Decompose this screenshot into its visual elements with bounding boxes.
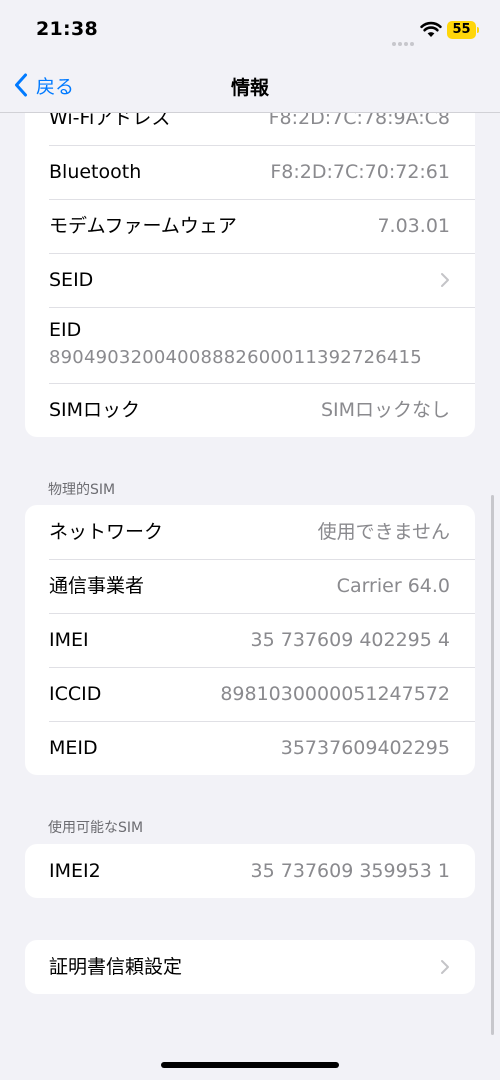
row-value: 7.03.01 [377,215,450,237]
chevron-right-icon [441,273,449,287]
row-label: IMEI2 [49,860,101,882]
modem-firmware-row: モデムファームウェア 7.03.01 [25,199,475,253]
row-value: F8:2D:7C:70:72:61 [270,161,450,183]
battery-tip [477,27,479,33]
battery-level: 55 [447,21,476,39]
row-label: ネットワーク [49,521,164,543]
row-value: 8981030000051247572 [220,683,450,705]
sim-lock-row: SIMロック SIMロックなし [25,383,475,437]
row-label: 証明書信頼設定 [49,956,183,978]
eid-row: EID 89049032004008882600011392726415 [25,307,475,383]
certificate-group: 証明書信頼設定 [25,940,475,994]
row-value: 使用できません [317,521,450,543]
row-label: ICCID [49,683,102,705]
row-value: 35737609402295 [280,737,450,759]
status-bar: 21:38 55 [0,0,500,60]
imei2-row: IMEI2 35 737609 359953 1 [25,844,475,898]
row-label: Bluetooth [49,161,142,183]
page-title: 情報 [230,77,269,99]
bluetooth-row: Bluetooth F8:2D:7C:70:72:61 [25,145,475,199]
wifi-icon [420,21,442,37]
cellular-signal-icon [392,31,416,46]
row-value: Carrier 64.0 [336,575,450,597]
imei-row: IMEI 35 737609 402295 4 [25,613,475,667]
network-row: ネットワーク 使用できません [25,505,475,559]
device-info-group: Wi-Fiアドレス F8:2D:7C:78:9A:C8 Bluetooth F8… [25,91,475,437]
carrier-row: 通信事業者 Carrier 64.0 [25,559,475,613]
meid-row: MEID 35737609402295 [25,721,475,775]
row-label: SIMロック [49,399,141,421]
section-header-available-sim: 使用可能なSIM [48,820,144,836]
navigation-bar: 戻る 情報 [0,60,500,113]
iccid-row: ICCID 8981030000051247572 [25,667,475,721]
available-sim-group: IMEI2 35 737609 359953 1 [25,844,475,898]
row-value: 35 737609 359953 1 [250,860,450,882]
row-label: 通信事業者 [49,575,145,597]
row-label: SEID [49,269,94,291]
physical-sim-group: ネットワーク 使用できません 通信事業者 Carrier 64.0 IMEI 3… [25,505,475,775]
status-time: 21:38 [36,18,98,40]
chevron-right-icon [441,960,449,974]
row-label: IMEI [49,629,89,651]
home-indicator[interactable] [161,1062,339,1068]
row-value: 35 737609 402295 4 [250,629,450,651]
row-label: EID [49,319,82,341]
certificate-trust-settings-row[interactable]: 証明書信頼設定 [25,940,475,994]
row-value: 89049032004008882600011392726415 [49,347,422,368]
row-label: モデムファームウェア [49,215,237,237]
row-label: MEID [49,737,98,759]
section-header-physical-sim: 物理的SIM [48,482,116,498]
row-value: SIMロックなし [320,399,450,421]
seid-row[interactable]: SEID [25,253,475,307]
scroll-indicator[interactable] [491,495,494,1035]
